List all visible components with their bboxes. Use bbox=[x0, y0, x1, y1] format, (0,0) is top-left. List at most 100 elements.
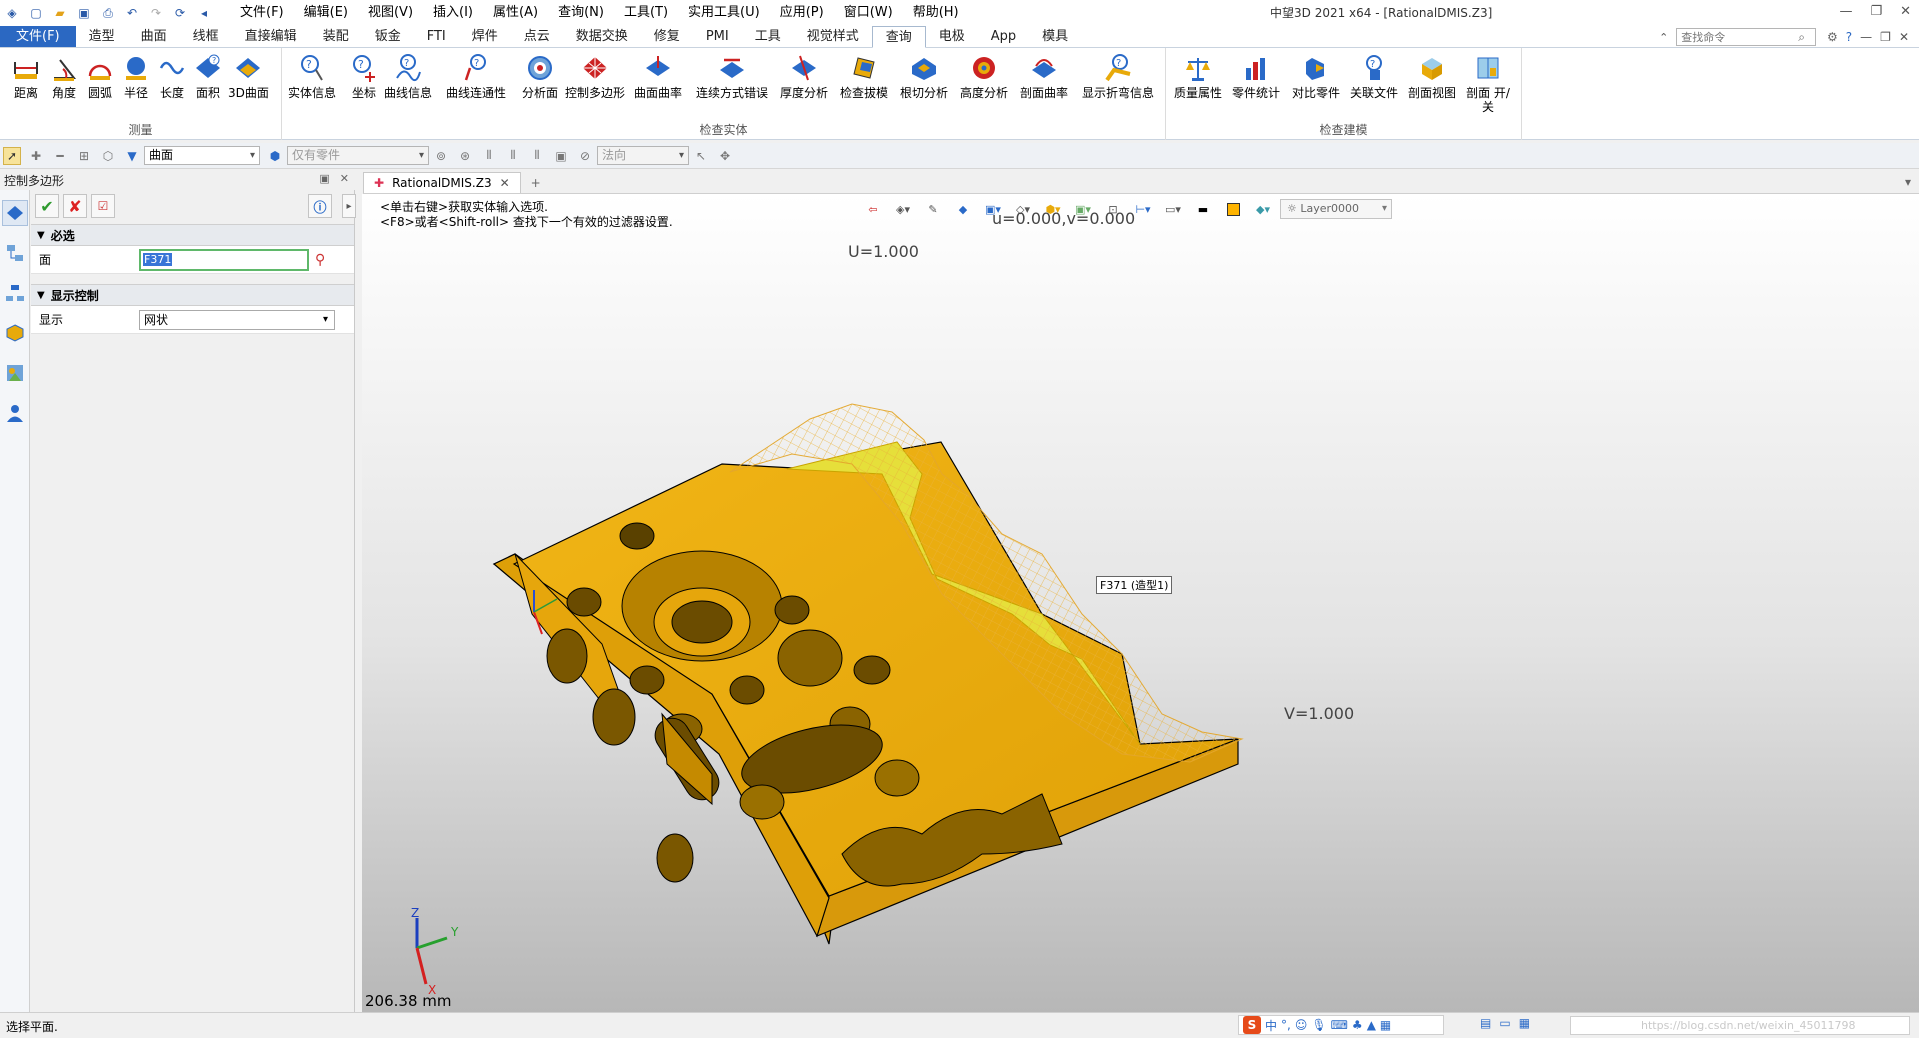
tab-mold[interactable]: 模具 bbox=[1029, 26, 1081, 47]
surface-curvature-button[interactable]: 曲面曲率 bbox=[634, 52, 682, 100]
section-view-button[interactable]: 剖面视图 bbox=[1408, 52, 1456, 100]
height-analysis-button[interactable]: 高度分析 bbox=[960, 52, 1008, 100]
microphone-icon[interactable]: 🎙 bbox=[1311, 1018, 1326, 1032]
polygon-icon[interactable]: ⬡ bbox=[99, 147, 117, 165]
ribbon-restore-icon[interactable]: ❐ bbox=[1880, 30, 1891, 44]
chevron-left-icon[interactable]: ◂ bbox=[196, 5, 212, 21]
display-select[interactable]: 网状 bbox=[139, 309, 335, 330]
menu-insert[interactable]: 插入(I) bbox=[423, 0, 483, 26]
pick-face-icon[interactable]: ⚲ bbox=[315, 252, 325, 268]
part-statistics-button[interactable]: 零件统计 bbox=[1232, 52, 1280, 100]
hierarchy-icon[interactable] bbox=[2, 280, 28, 306]
exit-icon[interactable]: ⇦ bbox=[860, 200, 886, 218]
background-icon[interactable]: ▭▾ bbox=[1160, 200, 1186, 218]
print-icon[interactable]: ⎙ bbox=[100, 5, 116, 21]
direction-select[interactable]: 法向 bbox=[597, 146, 689, 165]
tab-app[interactable]: App bbox=[978, 26, 1029, 47]
status-field[interactable]: https://blog.csdn.net/weixin_45011798 bbox=[1570, 1016, 1910, 1035]
menu-apply[interactable]: 应用(P) bbox=[770, 0, 834, 26]
skin-icon[interactable]: ♣ bbox=[1352, 1018, 1363, 1032]
curve-info-button[interactable]: ? 曲线信息 bbox=[384, 52, 432, 100]
direction-icon[interactable]: ⊘ bbox=[576, 147, 594, 165]
visual-manager-icon[interactable] bbox=[2, 360, 28, 386]
align-right-icon[interactable]: ⫴ bbox=[528, 147, 546, 165]
tab-file[interactable]: 文件(F) bbox=[0, 26, 76, 47]
tab-rationaldmis[interactable]: ✚ RationalDMIS.Z3 ✕ bbox=[363, 172, 521, 193]
pin-icon[interactable]: ▣ bbox=[319, 172, 329, 185]
face-color-swatch-icon[interactable] bbox=[1220, 200, 1246, 218]
control-polygon-button[interactable]: 控制多边形 bbox=[565, 52, 625, 100]
tab-surface[interactable]: 曲面 bbox=[128, 26, 180, 47]
snap-icon[interactable]: ⊚ bbox=[432, 147, 450, 165]
confirm-button[interactable]: ✔ bbox=[35, 194, 59, 218]
layout-icon[interactable]: ▤ bbox=[1480, 1016, 1491, 1030]
related-files-button[interactable]: ? 关联文件 bbox=[1350, 52, 1398, 100]
ime-punctuation-label[interactable]: °, bbox=[1281, 1018, 1291, 1032]
keyboard-icon[interactable]: ⌨ bbox=[1331, 1018, 1348, 1032]
emoji-icon[interactable]: ☺ bbox=[1295, 1018, 1308, 1032]
tab-data-exchange[interactable]: 数据交换 bbox=[563, 26, 641, 47]
cursor-icon[interactable]: ↖ bbox=[692, 147, 710, 165]
layer-select[interactable]: ☼ Layer0000 bbox=[1280, 199, 1392, 219]
new-file-icon[interactable]: ▢ bbox=[28, 5, 44, 21]
tab-sheet-metal[interactable]: 钣金 bbox=[362, 26, 414, 47]
tab-query[interactable]: 查询 bbox=[871, 26, 926, 48]
bend-info-button[interactable]: ? 显示折弯信息 bbox=[1082, 52, 1154, 100]
menu-file[interactable]: 文件(F) bbox=[230, 0, 294, 26]
entity-info-button[interactable]: ? 实体信息 bbox=[288, 52, 336, 100]
scope-select[interactable]: 仅有零件 bbox=[287, 146, 429, 165]
radius-button[interactable]: 半径 bbox=[120, 52, 152, 100]
continuity-error-button[interactable]: 连续方式错误 bbox=[696, 52, 768, 100]
3d-viewport[interactable]: <单击右键>获取实体输入选项. <F8>或者<Shift-roll> 查找下一个… bbox=[362, 194, 1919, 1012]
toolbox-icon[interactable]: ▦ bbox=[1380, 1018, 1391, 1032]
pick-mode-icon[interactable]: ⊞ bbox=[75, 147, 93, 165]
shirt-icon[interactable]: ▲ bbox=[1367, 1018, 1376, 1032]
save-icon[interactable]: ▣ bbox=[76, 5, 92, 21]
tab-repair[interactable]: 修复 bbox=[641, 26, 693, 47]
tab-tools[interactable]: 工具 bbox=[742, 26, 794, 47]
panel-close-icon[interactable]: ✕ bbox=[340, 172, 349, 185]
section-curvature-button[interactable]: 剖面曲率 bbox=[1020, 52, 1068, 100]
help-icon[interactable]: ? bbox=[1846, 30, 1852, 44]
undercut-analysis-button[interactable]: 根切分析 bbox=[900, 52, 948, 100]
face-input[interactable]: F371 bbox=[139, 248, 309, 271]
tab-weldment[interactable]: 焊件 bbox=[459, 26, 511, 47]
align-center-icon[interactable]: ⫴ bbox=[504, 147, 522, 165]
parts-library-icon[interactable] bbox=[2, 320, 28, 346]
window-icon[interactable]: ▦ bbox=[1519, 1016, 1530, 1030]
tab-fti[interactable]: FTI bbox=[414, 26, 459, 47]
menu-utilities[interactable]: 实用工具(U) bbox=[678, 0, 770, 26]
user-icon[interactable] bbox=[2, 400, 28, 426]
length-button[interactable]: 长度 bbox=[156, 52, 188, 100]
refresh-icon[interactable]: ⟳ bbox=[172, 5, 188, 21]
lock-icon[interactable]: ▣ bbox=[552, 147, 570, 165]
tab-assembly[interactable]: 装配 bbox=[310, 26, 362, 47]
gizmo-icon[interactable]: ✥ bbox=[716, 147, 734, 165]
app-logo-icon[interactable]: ◈ bbox=[4, 5, 20, 21]
part-scope-icon[interactable]: ⬢ bbox=[266, 147, 284, 165]
redo-icon[interactable]: ↷ bbox=[148, 5, 164, 21]
close-icon[interactable]: ✕ bbox=[1900, 0, 1911, 24]
history-manager-icon[interactable] bbox=[2, 200, 28, 226]
line-color-icon[interactable]: ▬ bbox=[1190, 200, 1216, 218]
ribbon-close-icon[interactable]: ✕ bbox=[1899, 30, 1909, 44]
pen-icon[interactable]: ✎ bbox=[920, 200, 946, 218]
info-button[interactable]: ⓘ bbox=[308, 194, 332, 218]
open-folder-icon[interactable]: ▰ bbox=[52, 5, 68, 21]
coordinate-button[interactable]: ? 坐标 bbox=[348, 52, 380, 100]
new-tab-icon[interactable]: + bbox=[531, 176, 541, 190]
distance-button[interactable]: 距离 bbox=[10, 52, 42, 100]
compare-parts-button[interactable]: 对比零件 bbox=[1292, 52, 1340, 100]
arc-button[interactable]: 圆弧 bbox=[84, 52, 116, 100]
tab-modeling[interactable]: 造型 bbox=[76, 26, 128, 47]
tab-visual-style[interactable]: 视觉样式 bbox=[794, 26, 872, 47]
thickness-analysis-button[interactable]: 厚度分析 bbox=[780, 52, 828, 100]
minus-icon[interactable]: ━ bbox=[51, 147, 69, 165]
ribbon-minimize-icon[interactable]: — bbox=[1860, 30, 1872, 44]
select-pointer-icon[interactable]: ➚ bbox=[3, 146, 21, 165]
chevron-up-icon[interactable]: ⌃ bbox=[1659, 31, 1668, 44]
angle-button[interactable]: 角度 bbox=[48, 52, 80, 100]
area-button[interactable]: ? 面积 bbox=[192, 52, 224, 100]
tab-direct-edit[interactable]: 直接编辑 bbox=[232, 26, 310, 47]
cancel-button[interactable]: ✘ bbox=[63, 194, 87, 218]
